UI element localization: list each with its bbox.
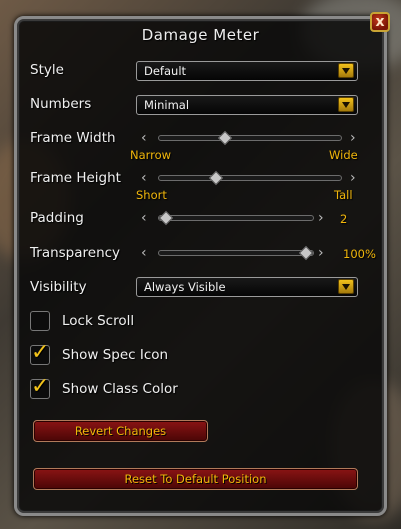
style-label: Style: [30, 62, 64, 78]
transparency-value: 100%: [343, 247, 376, 261]
lock-scroll-label: Lock Scroll: [62, 313, 135, 329]
revert-changes-button[interactable]: Revert Changes: [33, 420, 208, 442]
frame-height-max-label: Tall: [334, 188, 353, 202]
visibility-label: Visibility: [30, 279, 87, 295]
frame-height-increase-arrow-icon[interactable]: ›: [350, 171, 356, 185]
chevron-down-icon: [338, 97, 354, 112]
frame-height-min-label: Short: [136, 188, 167, 202]
visibility-dropdown-value: Always Visible: [144, 280, 226, 294]
padding-value: 2: [340, 212, 348, 226]
padding-increase-arrow-icon[interactable]: ›: [318, 211, 324, 225]
numbers-dropdown-value: Minimal: [144, 98, 190, 112]
transparency-label: Transparency: [30, 245, 121, 261]
show-class-color-label: Show Class Color: [62, 381, 178, 397]
visibility-dropdown[interactable]: Always Visible: [136, 277, 358, 297]
style-dropdown[interactable]: Default: [136, 61, 358, 81]
reset-default-position-button[interactable]: Reset To Default Position: [33, 468, 358, 490]
padding-label: Padding: [30, 210, 84, 226]
show-spec-icon-checkbox[interactable]: ✓: [30, 340, 50, 365]
frame-height-decrease-arrow-icon[interactable]: ‹: [141, 171, 147, 185]
frame-height-slider-track[interactable]: [158, 175, 342, 181]
transparency-decrease-arrow-icon[interactable]: ‹: [141, 246, 147, 260]
chevron-down-icon: [338, 279, 354, 294]
numbers-dropdown[interactable]: Minimal: [136, 95, 358, 115]
checkmark-icon: ✓: [31, 374, 50, 399]
show-class-color-checkbox[interactable]: ✓: [30, 374, 50, 399]
frame-width-min-label: Narrow: [130, 148, 172, 162]
style-dropdown-value: Default: [144, 64, 187, 78]
transparency-increase-arrow-icon[interactable]: ›: [318, 246, 324, 260]
frame-width-label: Frame Width: [30, 130, 116, 146]
close-icon: x: [375, 14, 385, 30]
frame-width-decrease-arrow-icon[interactable]: ‹: [141, 131, 147, 145]
frame-width-increase-arrow-icon[interactable]: ›: [350, 131, 356, 145]
frame-width-max-label: Wide: [329, 148, 358, 162]
padding-slider-track[interactable]: [158, 215, 314, 221]
frame-height-label: Frame Height: [30, 170, 121, 186]
lock-scroll-checkbox[interactable]: [30, 311, 50, 331]
checkmark-icon: ✓: [31, 340, 50, 365]
show-spec-icon-label: Show Spec Icon: [62, 347, 169, 363]
transparency-slider-track[interactable]: [158, 250, 314, 256]
chevron-down-icon: [338, 63, 354, 78]
numbers-label: Numbers: [30, 96, 92, 112]
close-button[interactable]: x: [370, 12, 390, 32]
panel-title: Damage Meter: [141, 26, 260, 44]
padding-decrease-arrow-icon[interactable]: ‹: [141, 211, 147, 225]
frame-width-slider-track[interactable]: [158, 135, 342, 141]
